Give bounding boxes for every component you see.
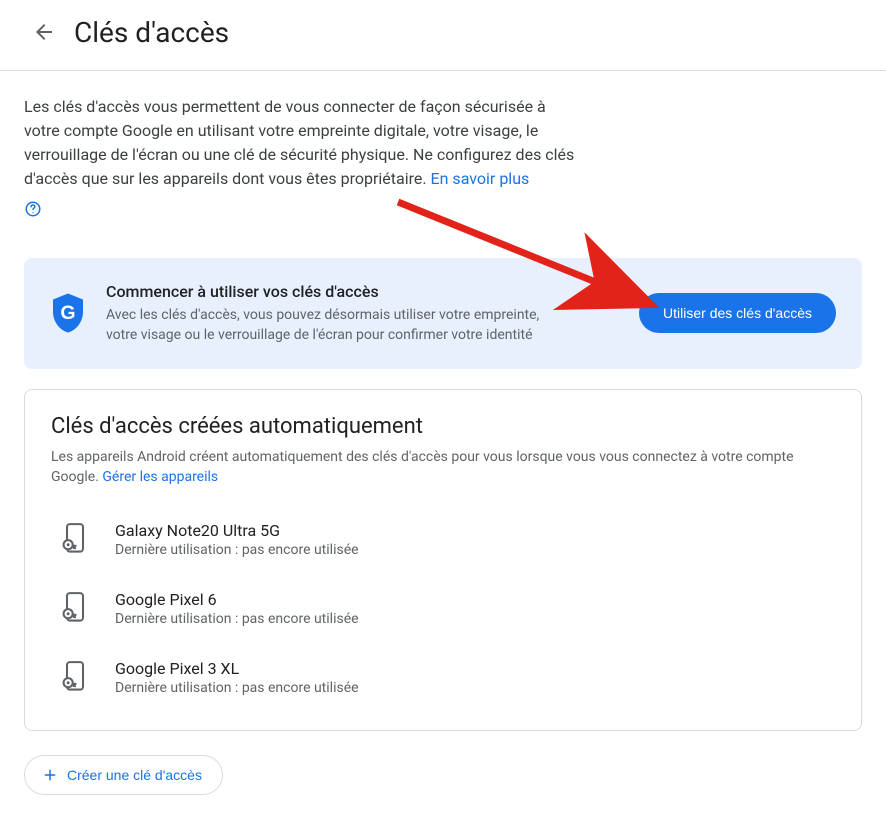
main-content: Les clés d'accès vous permettent de vous… <box>0 71 886 825</box>
device-name: Google Pixel 3 XL <box>115 659 359 678</box>
page-header: Clés d'accès <box>0 0 886 71</box>
promo-title: Commencer à utiliser vos clés d'accès <box>106 282 619 301</box>
phone-key-icon <box>61 661 89 693</box>
device-item: Google Pixel 3 XL Dernière utilisation :… <box>51 643 835 712</box>
learn-more-link[interactable]: En savoir plus <box>431 169 530 188</box>
create-passkey-label: Créer une clé d'accès <box>67 767 202 783</box>
promo-card: G Commencer à utiliser vos clés d'accès … <box>24 258 862 369</box>
device-status: Dernière utilisation : pas encore utilis… <box>115 680 359 696</box>
arrow-left-icon <box>32 20 56 44</box>
plus-icon <box>41 766 59 784</box>
device-item: Galaxy Note20 Ultra 5G Dernière utilisat… <box>51 505 835 574</box>
device-info: Google Pixel 3 XL Dernière utilisation :… <box>115 659 359 696</box>
help-icon[interactable] <box>24 200 42 218</box>
device-info: Google Pixel 6 Dernière utilisation : pa… <box>115 590 359 627</box>
phone-key-icon <box>61 523 89 555</box>
device-status: Dernière utilisation : pas encore utilis… <box>115 611 359 627</box>
page-title: Clés d'accès <box>74 16 229 49</box>
manage-devices-link[interactable]: Gérer les appareils <box>102 469 218 485</box>
auto-card-description: Les appareils Android créent automatique… <box>51 447 835 487</box>
use-passkeys-button[interactable]: Utiliser des clés d'accès <box>639 293 836 333</box>
promo-text-block: Commencer à utiliser vos clés d'accès Av… <box>106 282 619 345</box>
intro-paragraph: Les clés d'accès vous permettent de vous… <box>24 95 584 191</box>
device-list: Galaxy Note20 Ultra 5G Dernière utilisat… <box>51 505 835 712</box>
device-name: Galaxy Note20 Ultra 5G <box>115 521 359 540</box>
promo-description: Avec les clés d'accès, vous pouvez désor… <box>106 305 566 345</box>
phone-key-icon <box>61 592 89 624</box>
auto-passkeys-card: Clés d'accès créées automatiquement Les … <box>24 389 862 731</box>
auto-card-title: Clés d'accès créées automatiquement <box>51 414 835 439</box>
back-button[interactable] <box>24 12 64 52</box>
svg-text:G: G <box>60 302 75 324</box>
device-status: Dernière utilisation : pas encore utilis… <box>115 542 359 558</box>
device-name: Google Pixel 6 <box>115 590 359 609</box>
create-passkey-button[interactable]: Créer une clé d'accès <box>24 755 223 795</box>
device-item: Google Pixel 6 Dernière utilisation : pa… <box>51 574 835 643</box>
shield-icon: G <box>50 291 86 335</box>
device-info: Galaxy Note20 Ultra 5G Dernière utilisat… <box>115 521 359 558</box>
